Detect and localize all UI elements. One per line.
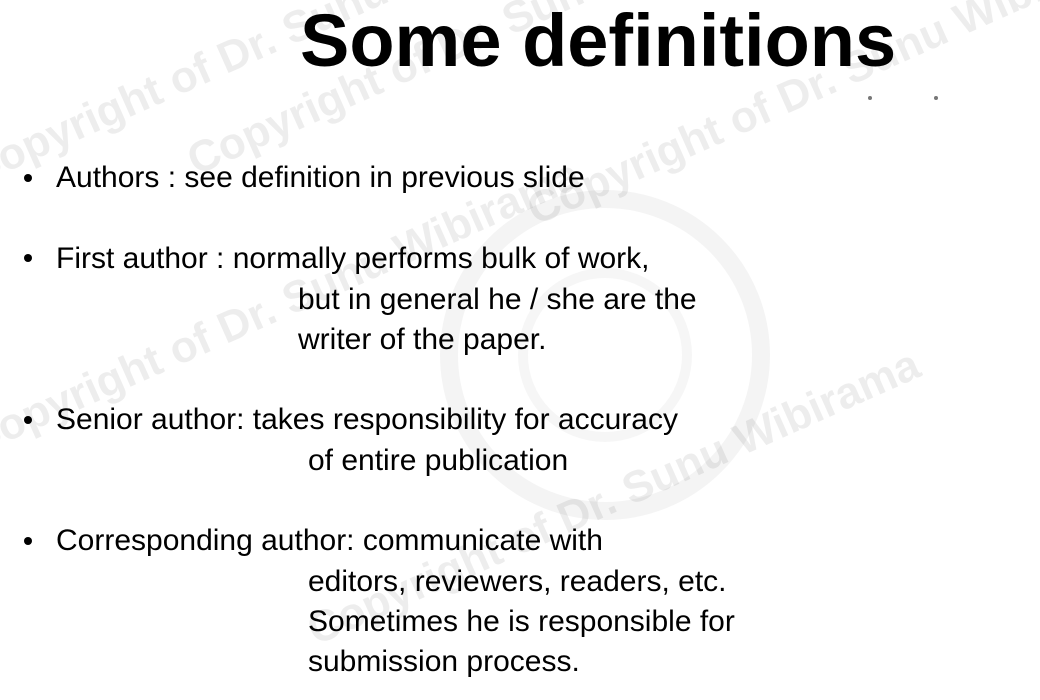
item-line: but in general he / she are the bbox=[298, 283, 697, 316]
item-line: of entire publication bbox=[308, 444, 569, 477]
bullet-icon bbox=[24, 174, 32, 182]
item-line: editors, reviewers, readers, etc. bbox=[308, 565, 727, 598]
slide-title: Some definitions bbox=[300, 0, 897, 82]
bullet-icon bbox=[24, 416, 32, 424]
item-line: Senior author: takes responsibility for … bbox=[56, 403, 678, 436]
item-line: Authors : see definition in previous sli… bbox=[56, 161, 585, 194]
decorative-dot bbox=[934, 96, 938, 100]
decorative-dot bbox=[868, 96, 872, 100]
item-line: Sometimes he is responsible for bbox=[308, 605, 735, 638]
item-line: First author : normally performs bulk of… bbox=[56, 242, 650, 275]
bullet-icon bbox=[24, 537, 32, 545]
item-line: Corresponding author: communicate with bbox=[56, 524, 603, 557]
item-line: writer of the paper. bbox=[298, 323, 547, 356]
bullet-icon bbox=[24, 254, 32, 262]
item-line: submission process. bbox=[308, 645, 580, 678]
